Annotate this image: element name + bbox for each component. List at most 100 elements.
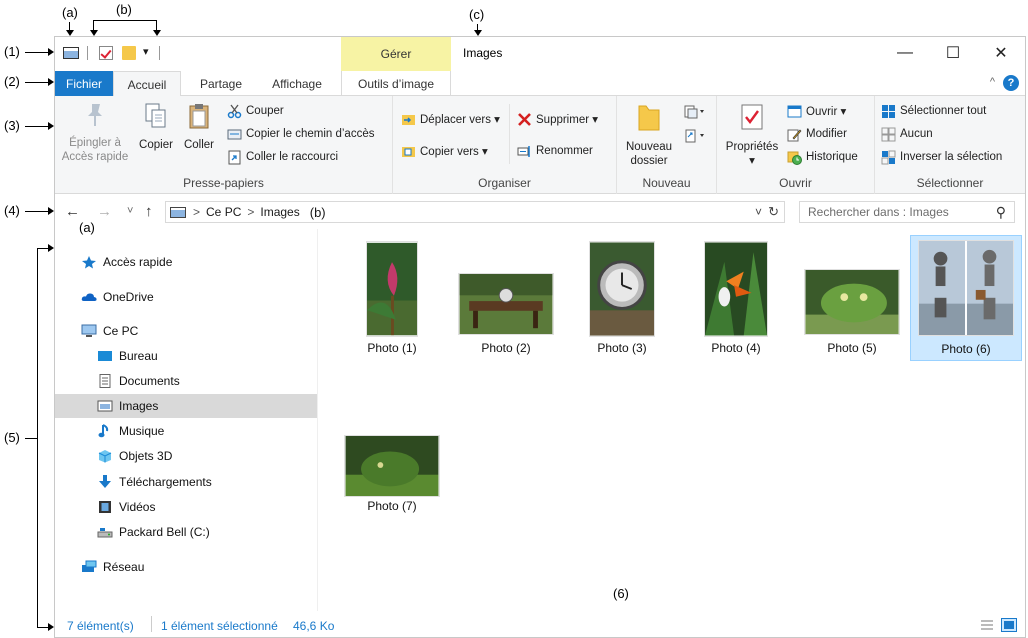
new-item-icon[interactable]: [683, 104, 705, 120]
breadcrumb-this-pc[interactable]: Ce PC: [206, 205, 241, 219]
file-item[interactable]: Photo (2): [450, 235, 562, 361]
copy-label: Copier: [139, 139, 173, 151]
tab-manage[interactable]: Gérer: [341, 37, 451, 71]
refresh-icon[interactable]: ↻: [768, 204, 779, 220]
minimize-button[interactable]: —: [895, 43, 915, 63]
new-folder-button[interactable]: Nouveau dossier: [621, 100, 677, 168]
file-item[interactable]: Photo (7): [336, 393, 448, 519]
forward-button[interactable]: →: [97, 203, 112, 220]
file-name: Photo (7): [367, 499, 417, 513]
file-view: Photo (1) Photo (2) Photo (3) Photo (4): [318, 229, 1024, 609]
photo-thumbnail: [458, 273, 554, 335]
file-item[interactable]: Photo (3): [566, 235, 678, 361]
nav-item-videos[interactable]: Vidéos: [55, 495, 317, 519]
close-button[interactable]: ✕: [991, 43, 1011, 63]
rename-button[interactable]: Renommer: [517, 142, 593, 160]
nav-item-documents[interactable]: Documents: [55, 369, 317, 393]
copy-path-label: Copier le chemin d’accès: [246, 128, 375, 140]
nav-item-drive-c[interactable]: Packard Bell (C:): [55, 520, 317, 544]
address-bar[interactable]: > Ce PC > Images (b) ˅ ↻: [165, 201, 785, 223]
move-to-button[interactable]: Déplacer vers ▾: [401, 110, 500, 128]
pin-label-line2: Accès rapide: [61, 151, 129, 163]
nav-item-downloads[interactable]: Téléchargements: [55, 470, 317, 494]
tab-share[interactable]: Partage: [187, 71, 255, 96]
pin-quick-access-button[interactable]: Épingler à Accès rapide: [57, 100, 133, 164]
copy-button[interactable]: Copier: [135, 100, 177, 152]
file-item[interactable]: Photo (5): [796, 235, 908, 361]
address-dropdown-icon[interactable]: ˅: [755, 205, 762, 219]
edit-label: Modifier: [806, 128, 847, 140]
search-input[interactable]: Rechercher dans : Images ⚲: [799, 201, 1015, 223]
rename-label: Renommer: [536, 145, 593, 157]
select-none-button[interactable]: Aucun: [881, 125, 933, 143]
copy-path-button[interactable]: Copier le chemin d’accès: [227, 125, 374, 143]
large-icons-view-icon[interactable]: [1001, 618, 1017, 632]
back-button[interactable]: ←: [65, 203, 80, 220]
tab-picture-tools[interactable]: Outils d’image: [341, 71, 451, 96]
help-icon[interactable]: ?: [1003, 75, 1019, 91]
tab-view[interactable]: Affichage: [259, 71, 335, 96]
history-icon: [787, 151, 802, 165]
cut-button[interactable]: Couper: [227, 102, 284, 120]
copy-to-button[interactable]: Copier vers ▾: [401, 142, 488, 160]
new-folder-label-line2: dossier: [630, 155, 668, 167]
open-button[interactable]: Ouvrir ▾: [787, 102, 846, 120]
nav-item-music[interactable]: Musique: [55, 419, 317, 443]
invert-selection-button[interactable]: Inverser la sélection: [881, 148, 1002, 166]
pin-icon: [88, 104, 102, 126]
delete-label: Supprimer ▾: [536, 114, 599, 126]
qat-separator-end: [159, 46, 160, 60]
delete-button[interactable]: Supprimer ▾: [517, 110, 598, 128]
nav-label: OneDrive: [103, 290, 154, 304]
open-icon: [787, 105, 802, 117]
file-item[interactable]: Photo (4): [680, 235, 792, 361]
new-folder-label-line1: Nouveau: [625, 141, 673, 153]
annotation-a-top: (a): [62, 5, 78, 20]
computer-icon: [81, 324, 97, 337]
paste-shortcut-button[interactable]: Coller le raccourci: [227, 148, 338, 166]
group-clipboard: Épingler à Accès rapide Copier Coller Co…: [55, 96, 393, 194]
group-open-label: Ouvrir: [779, 176, 812, 190]
organize-divider: [509, 104, 510, 164]
search-icon[interactable]: ⚲: [996, 204, 1006, 221]
properties-icon: [741, 104, 763, 130]
nav-item-3d-objects[interactable]: Objets 3D: [55, 444, 317, 468]
group-clipboard-label: Presse-papiers: [183, 176, 264, 190]
file-item-selected[interactable]: Photo (6): [910, 235, 1022, 361]
film-icon: [99, 501, 111, 513]
qat-customize-icon[interactable]: ▾: [143, 45, 149, 61]
status-bar: 7 élément(s) 1 élément sélectionné 46,6 …: [55, 613, 1025, 637]
new-folder-qat-icon[interactable]: [122, 46, 136, 60]
maximize-button[interactable]: ☐: [943, 43, 963, 63]
window-icon[interactable]: [63, 47, 79, 59]
paste-button[interactable]: Coller: [177, 100, 221, 152]
select-all-button[interactable]: Sélectionner tout: [881, 102, 986, 120]
pictures-icon: [97, 400, 113, 412]
tab-home[interactable]: Accueil: [113, 71, 181, 97]
photo-thumbnail: [366, 241, 418, 337]
recent-locations-button[interactable]: ˅: [127, 205, 133, 217]
easy-access-icon[interactable]: [683, 128, 705, 144]
nav-item-images[interactable]: Images: [55, 394, 317, 418]
nav-item-this-pc[interactable]: Ce PC: [55, 319, 317, 343]
ribbon: Épingler à Accès rapide Copier Coller Co…: [55, 96, 1025, 194]
properties-button[interactable]: Propriétés ▾: [721, 100, 783, 168]
tab-file[interactable]: Fichier: [55, 71, 113, 96]
history-button[interactable]: Historique: [787, 148, 858, 166]
paste-icon: [189, 104, 209, 129]
edit-button[interactable]: Modifier: [787, 125, 847, 143]
nav-item-desktop[interactable]: Bureau: [55, 344, 317, 368]
paste-label: Coller: [183, 139, 215, 151]
delete-x-icon: [518, 112, 531, 126]
nav-item-network[interactable]: Réseau: [55, 555, 317, 579]
up-button[interactable]: ↑: [145, 203, 153, 220]
breadcrumb-images[interactable]: Images: [260, 205, 299, 219]
properties-qat-icon[interactable]: [99, 46, 113, 60]
details-view-icon[interactable]: [979, 618, 995, 632]
nav-item-quick-access[interactable]: Accès rapide: [55, 250, 317, 274]
nav-item-onedrive[interactable]: OneDrive: [55, 285, 317, 309]
nav-label: Documents: [119, 374, 180, 388]
file-item[interactable]: Photo (1): [336, 235, 448, 361]
move-to-icon: [402, 114, 415, 125]
chevron-up-icon[interactable]: ^: [990, 76, 995, 88]
